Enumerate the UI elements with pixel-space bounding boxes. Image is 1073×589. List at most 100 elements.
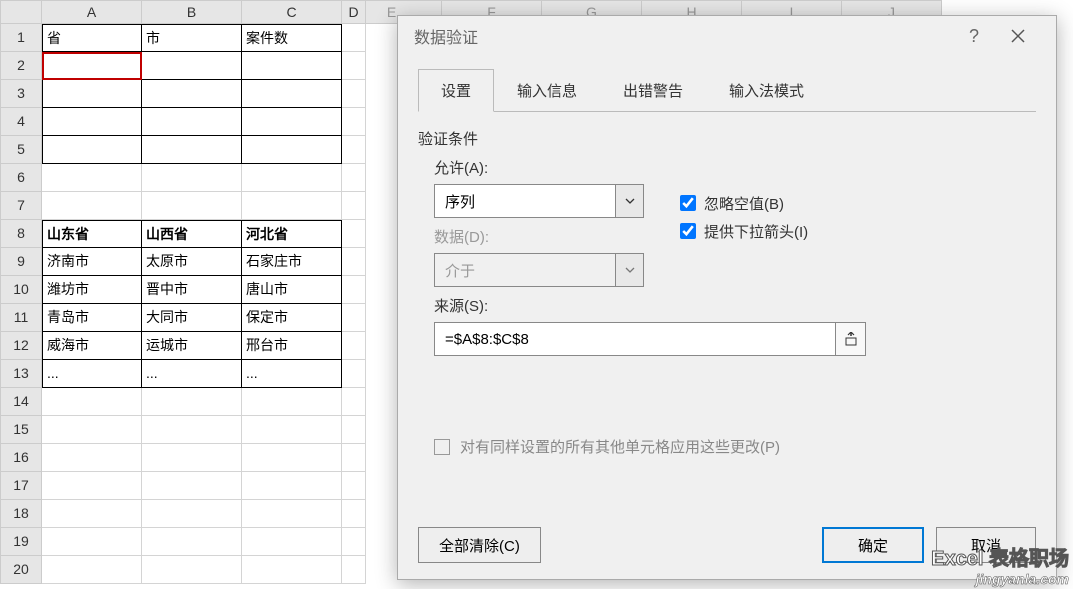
row-header[interactable]: 18 (0, 500, 42, 528)
cell-D4[interactable] (342, 108, 366, 136)
cell-D7[interactable] (342, 192, 366, 220)
row-header[interactable]: 9 (0, 248, 42, 276)
ok-button[interactable]: 确定 (822, 527, 924, 563)
cell-C8[interactable]: 河北省 (242, 220, 342, 248)
row-header[interactable]: 16 (0, 444, 42, 472)
cell[interactable] (42, 556, 142, 584)
tab-ime-mode[interactable]: 输入法模式 (706, 69, 827, 112)
cell-C6[interactable] (242, 164, 342, 192)
cell-D5[interactable] (342, 136, 366, 164)
cell-B7[interactable] (142, 192, 242, 220)
cell[interactable] (42, 416, 142, 444)
apply-to-others-checkbox[interactable]: 对有同样设置的所有其他单元格应用这些更改(P) (434, 436, 1036, 457)
cell-C2[interactable] (242, 52, 342, 80)
cell-C5[interactable] (242, 136, 342, 164)
cell-A10[interactable]: 潍坊市 (42, 276, 142, 304)
cell-C7[interactable] (242, 192, 342, 220)
cell[interactable] (342, 444, 366, 472)
cell[interactable] (342, 556, 366, 584)
cell-A8[interactable]: 山东省 (42, 220, 142, 248)
cell[interactable] (342, 416, 366, 444)
cell[interactable] (42, 444, 142, 472)
cell[interactable] (342, 528, 366, 556)
tab-error-alert[interactable]: 出错警告 (600, 69, 706, 112)
clear-all-button[interactable]: 全部清除(C) (418, 527, 541, 563)
cell-C13[interactable]: ... (242, 360, 342, 388)
cell[interactable] (242, 444, 342, 472)
cell[interactable] (142, 416, 242, 444)
row-header[interactable]: 14 (0, 388, 42, 416)
row-header[interactable]: 5 (0, 136, 42, 164)
cell-D13[interactable] (342, 360, 366, 388)
cell[interactable] (242, 388, 342, 416)
cell[interactable] (142, 472, 242, 500)
cell-A13[interactable]: ... (42, 360, 142, 388)
cell-C10[interactable]: 唐山市 (242, 276, 342, 304)
row-header[interactable]: 17 (0, 472, 42, 500)
row-header[interactable]: 3 (0, 80, 42, 108)
cell-B13[interactable]: ... (142, 360, 242, 388)
cell-B12[interactable]: 运城市 (142, 332, 242, 360)
cell-C12[interactable]: 邢台市 (242, 332, 342, 360)
cell-A12[interactable]: 威海市 (42, 332, 142, 360)
cell-D9[interactable] (342, 248, 366, 276)
cell-A4[interactable] (42, 108, 142, 136)
cell[interactable] (42, 388, 142, 416)
cell[interactable] (142, 444, 242, 472)
cell-D6[interactable] (342, 164, 366, 192)
cell-B11[interactable]: 大同市 (142, 304, 242, 332)
cell-A5[interactable] (42, 136, 142, 164)
checkbox-input[interactable] (680, 195, 696, 211)
row-header[interactable]: 13 (0, 360, 42, 388)
cell[interactable] (142, 500, 242, 528)
cell[interactable] (142, 528, 242, 556)
cell-B10[interactable]: 晋中市 (142, 276, 242, 304)
row-header[interactable]: 1 (0, 24, 42, 52)
cancel-button[interactable]: 取消 (936, 527, 1036, 563)
cell-C9[interactable]: 石家庄市 (242, 248, 342, 276)
col-header-B[interactable]: B (142, 0, 242, 24)
cell-A7[interactable] (42, 192, 142, 220)
cell-D3[interactable] (342, 80, 366, 108)
cell-D8[interactable] (342, 220, 366, 248)
row-header[interactable]: 20 (0, 556, 42, 584)
cell-B6[interactable] (142, 164, 242, 192)
ignore-blank-checkbox[interactable]: 忽略空值(B) (676, 192, 808, 214)
cell[interactable] (342, 472, 366, 500)
cell-A6[interactable] (42, 164, 142, 192)
cell[interactable] (42, 500, 142, 528)
source-input[interactable] (435, 331, 835, 348)
col-header-D[interactable]: D (342, 0, 366, 24)
cell-B2[interactable] (142, 52, 242, 80)
cell-A11[interactable]: 青岛市 (42, 304, 142, 332)
select-all-corner[interactable] (0, 0, 42, 24)
row-header[interactable]: 11 (0, 304, 42, 332)
cell-A3[interactable] (42, 80, 142, 108)
cell[interactable] (342, 500, 366, 528)
cell[interactable] (142, 388, 242, 416)
cell-C1[interactable]: 案件数 (242, 24, 342, 52)
cell-B4[interactable] (142, 108, 242, 136)
row-header[interactable]: 7 (0, 192, 42, 220)
cell[interactable] (242, 416, 342, 444)
cell-D12[interactable] (342, 332, 366, 360)
cell[interactable] (342, 388, 366, 416)
cell[interactable] (42, 472, 142, 500)
row-header[interactable]: 15 (0, 416, 42, 444)
in-cell-dropdown-checkbox[interactable]: 提供下拉箭头(I) (676, 220, 808, 242)
cell-A9[interactable]: 济南市 (42, 248, 142, 276)
help-button[interactable]: ? (952, 16, 996, 56)
cell-B5[interactable] (142, 136, 242, 164)
row-header[interactable]: 10 (0, 276, 42, 304)
cell-D2[interactable] (342, 52, 366, 80)
row-header[interactable]: 12 (0, 332, 42, 360)
cell-A2-selected[interactable] (42, 52, 142, 80)
cell-D1[interactable] (342, 24, 366, 52)
cell-B8[interactable]: 山西省 (142, 220, 242, 248)
col-header-C[interactable]: C (242, 0, 342, 24)
tab-input-message[interactable]: 输入信息 (494, 69, 600, 112)
cell-B1[interactable]: 市 (142, 24, 242, 52)
range-picker-button[interactable] (835, 323, 865, 355)
cell[interactable] (242, 528, 342, 556)
row-header[interactable]: 6 (0, 164, 42, 192)
